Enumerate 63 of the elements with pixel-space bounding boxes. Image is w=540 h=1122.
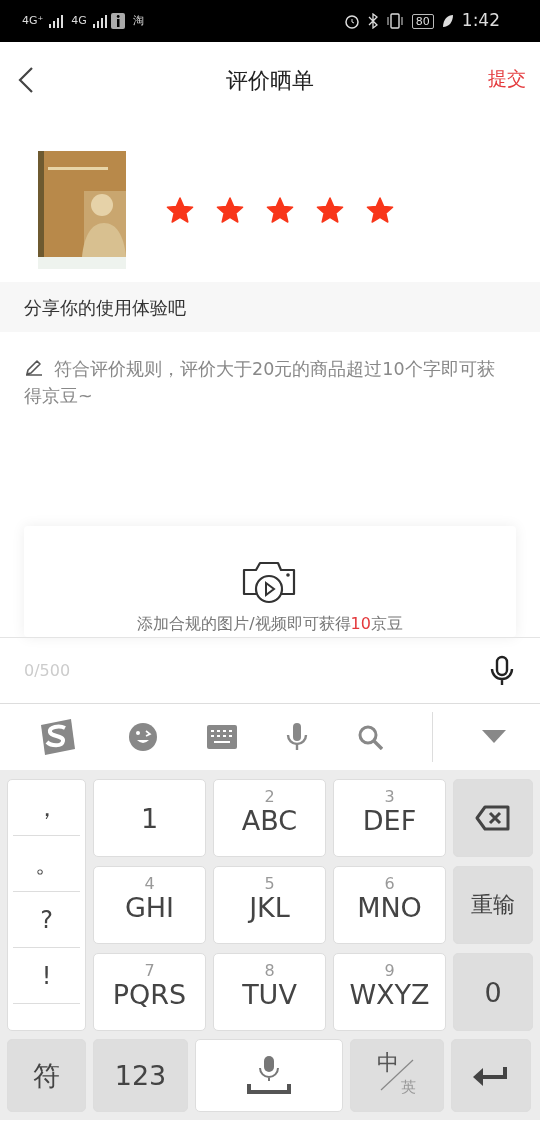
clock: 1:42 <box>461 9 500 33</box>
microphone-icon <box>285 723 308 751</box>
signal-icon <box>90 14 107 28</box>
keyboard-key[interactable]: 6 MNO <box>333 866 446 944</box>
section-heading: 分享你的使用体验吧 <box>24 295 186 320</box>
symbol-key[interactable]: ? <box>13 892 80 948</box>
keyboard-key[interactable]: 符 <box>7 1039 86 1112</box>
toolbar-button[interactable] <box>127 722 158 752</box>
upload-hint: 添加合规的图片/视频即可获得10京豆 <box>137 613 403 635</box>
bluetooth-icon <box>367 13 378 29</box>
backspace-icon <box>475 804 511 832</box>
keyboard-icon <box>206 725 237 749</box>
star-icon[interactable] <box>366 196 394 224</box>
signal-icon <box>47 14 64 28</box>
star-icon[interactable] <box>166 196 194 224</box>
collapse-keyboard-button[interactable] <box>481 730 506 744</box>
back-button[interactable] <box>18 66 34 94</box>
microphone-icon <box>490 654 514 687</box>
keyboard-key[interactable]: 4 GHI <box>93 866 206 944</box>
star-icon[interactable] <box>316 196 344 224</box>
star-icon[interactable] <box>216 196 244 224</box>
battery-level: 80 <box>411 13 434 29</box>
enter-icon <box>473 1064 509 1087</box>
language-switch-key[interactable]: 中 英 <box>350 1039 444 1112</box>
pencil-icon <box>24 359 44 377</box>
info-icon <box>110 13 125 29</box>
space-key[interactable] <box>195 1039 343 1112</box>
symbol-key[interactable]: ， <box>13 780 80 836</box>
symbol-key[interactable]: 。 <box>13 836 80 892</box>
microphone-space-icon <box>247 1055 291 1096</box>
enter-key[interactable] <box>451 1039 531 1112</box>
toolbar-button[interactable] <box>285 723 308 751</box>
submit-button[interactable]: 提交 <box>488 64 526 93</box>
toolbar-button[interactable] <box>356 724 383 750</box>
toolbar-button[interactable] <box>206 725 237 749</box>
keyboard-key[interactable]: 9 WXYZ <box>333 953 446 1031</box>
network-label: 4G <box>71 12 87 29</box>
notification-icon: 淘 <box>132 12 144 30</box>
keyboard-key[interactable]: 8 TUV <box>213 953 326 1031</box>
review-placeholder[interactable]: 符合评价规则，评价大于20元的商品超过10个字即可获得京豆~ <box>24 356 496 410</box>
page-title: 评价晒单 <box>226 66 314 95</box>
upload-card[interactable]: 添加合规的图片/视频即可获得10京豆 <box>24 526 516 637</box>
caret-down-icon <box>481 730 506 744</box>
search-icon <box>356 724 383 750</box>
keyboard-key[interactable]: 2 ABC <box>213 779 326 857</box>
emoji-icon <box>127 722 158 752</box>
back-icon <box>18 66 34 94</box>
keyboard-key[interactable]: 123 <box>93 1039 188 1112</box>
keyboard-key[interactable]: 重输 <box>453 866 533 944</box>
star-rating[interactable] <box>166 196 394 224</box>
symbol-key[interactable]: ! <box>13 948 80 1004</box>
keyboard-key[interactable]: 0 <box>453 953 533 1031</box>
backspace-key[interactable] <box>453 779 533 857</box>
voice-input-button[interactable] <box>490 654 514 687</box>
alarm-icon <box>343 13 360 29</box>
keyboard-key[interactable]: 3 DEF <box>333 779 446 857</box>
star-icon[interactable] <box>266 196 294 224</box>
network-label: 4G⁺ <box>22 12 44 29</box>
keyboard-key[interactable]: 5 JKL <box>213 866 326 944</box>
keyboard-key[interactable]: 7 PQRS <box>93 953 206 1031</box>
keyboard-key[interactable]: 1 <box>93 779 206 857</box>
vibrate-icon <box>385 13 404 29</box>
leaf-icon <box>441 14 454 28</box>
